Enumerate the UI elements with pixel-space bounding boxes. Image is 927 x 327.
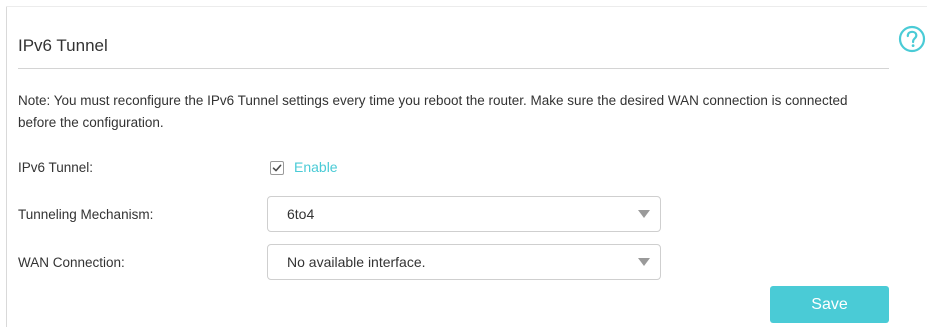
tunneling-mechanism-select[interactable]: 6to4: [267, 196, 661, 232]
enable-label[interactable]: Enable: [294, 159, 338, 175]
dropdown-arrow-icon: [638, 258, 650, 266]
tunneling-mechanism-value: 6to4: [287, 206, 315, 222]
section-title: IPv6 Tunnel: [18, 36, 108, 55]
check-icon: [272, 164, 282, 172]
ipv6-tunnel-label: IPv6 Tunnel:: [18, 160, 94, 175]
tunneling-mechanism-label: Tunneling Mechanism:: [18, 207, 154, 222]
enable-checkbox[interactable]: [270, 161, 284, 175]
help-icon[interactable]: [898, 25, 926, 53]
wan-connection-select[interactable]: No available interface.: [267, 244, 661, 280]
settings-panel: IPv6 Tunnel Note: You must reconfigure t…: [0, 0, 927, 327]
note-text: Note: You must reconfigure the IPv6 Tunn…: [18, 93, 848, 130]
save-button[interactable]: Save: [770, 286, 889, 323]
dropdown-arrow-icon: [638, 210, 650, 218]
wan-connection-value: No available interface.: [287, 254, 426, 270]
title-divider: [18, 68, 889, 69]
wan-connection-label: WAN Connection:: [18, 255, 125, 270]
